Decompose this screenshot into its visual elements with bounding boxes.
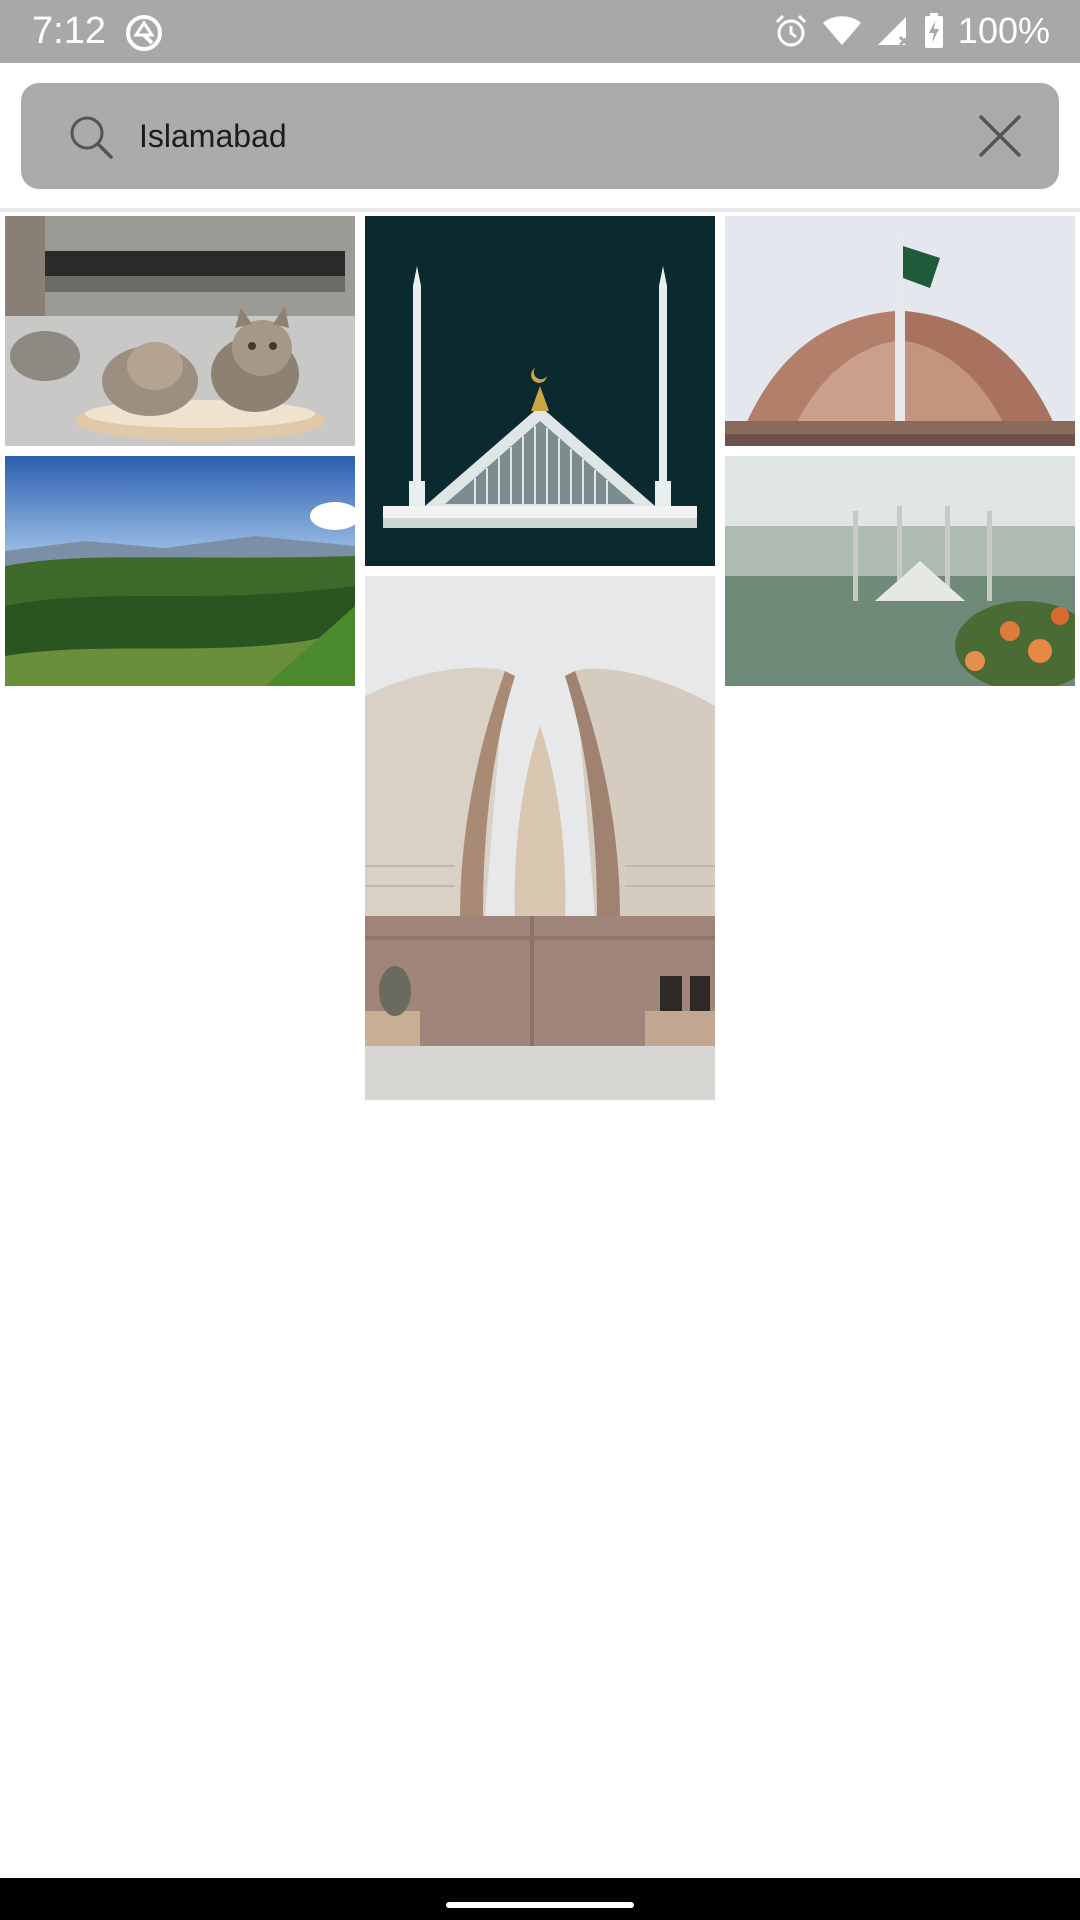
status-time: 7:12	[32, 10, 106, 52]
cell-signal-icon	[877, 17, 909, 47]
home-handle[interactable]	[446, 1902, 634, 1908]
navigation-bar	[0, 1878, 1080, 1920]
search-area: Islamabad	[0, 63, 1080, 211]
result-pakistan-monument-flag[interactable]	[725, 216, 1075, 446]
battery-charging-icon	[924, 13, 943, 48]
search-icon	[70, 116, 113, 159]
result-kittens[interactable]	[5, 216, 355, 446]
app-notification-icon	[126, 15, 162, 51]
search-input[interactable]: Islamabad	[21, 83, 1059, 189]
wifi-icon	[822, 16, 861, 45]
alarm-icon	[775, 14, 806, 47]
battery-percent: 100%	[957, 10, 1050, 51]
close-icon[interactable]	[977, 113, 1023, 159]
result-faisal-mosque-illustration[interactable]	[365, 216, 715, 566]
result-green-hills[interactable]	[5, 456, 355, 686]
result-pakistan-monument-closeup[interactable]	[365, 576, 715, 1100]
search-query-text[interactable]: Islamabad	[139, 111, 287, 161]
status-bar: 7:12 100%	[0, 0, 1080, 63]
image-results-grid	[0, 212, 1080, 1112]
result-faisal-mosque-city-view[interactable]	[725, 456, 1075, 686]
